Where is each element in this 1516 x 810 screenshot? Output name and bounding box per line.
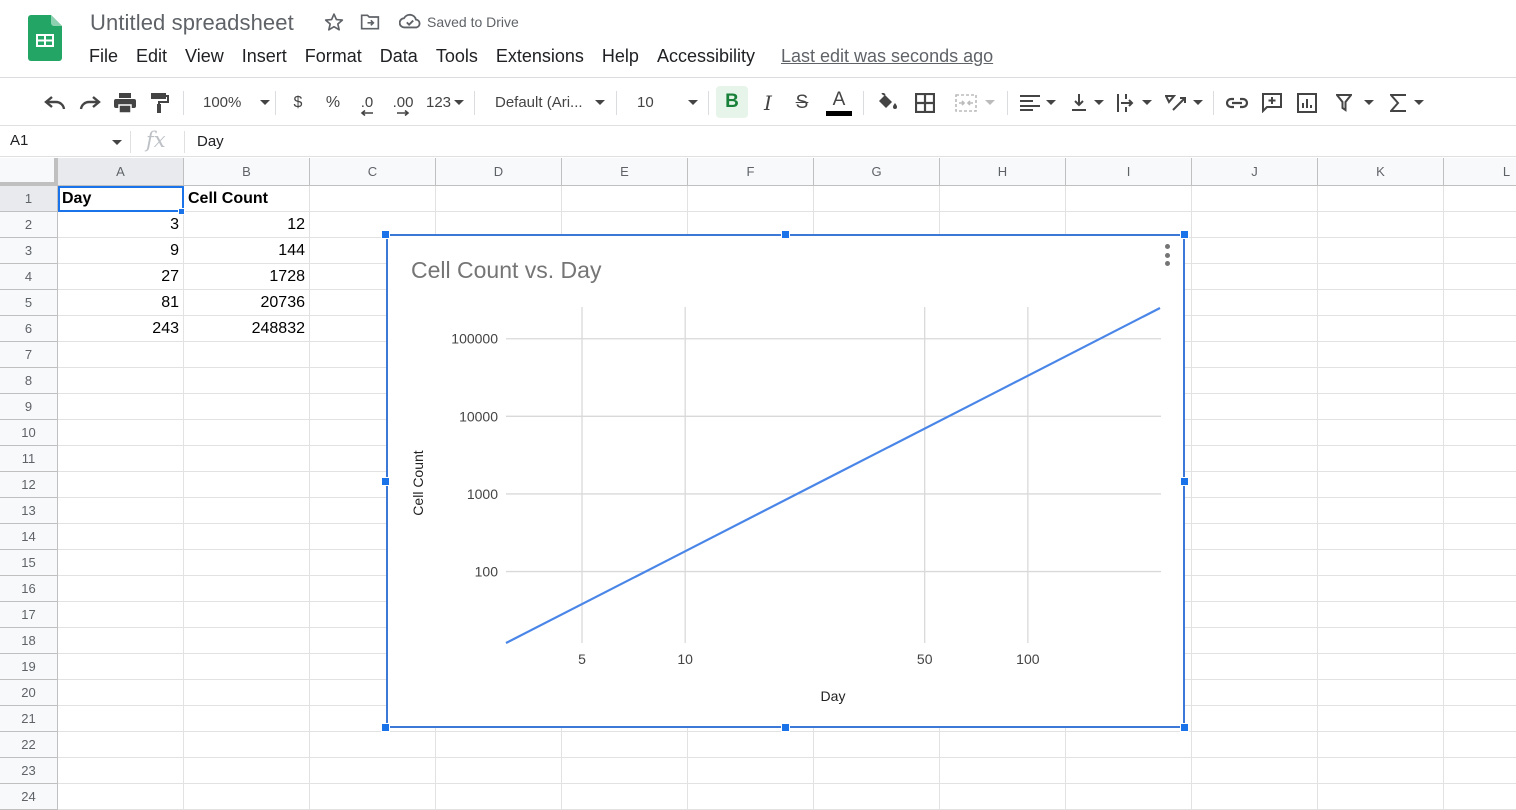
resize-handle-top[interactable] (781, 230, 790, 239)
y-axis-label: Cell Count (410, 450, 426, 515)
series-line-0[interactable] (505, 307, 1161, 644)
more-vert-icon (1164, 244, 1170, 249)
x-tick-label: 5 (578, 651, 586, 667)
resize-handle-top-left[interactable] (381, 230, 390, 239)
x-tick-label: 100 (1016, 651, 1040, 667)
resize-handle-right[interactable] (1180, 477, 1189, 486)
y-tick-label: 10000 (459, 408, 498, 424)
chart-title: Cell Count vs. Day (411, 257, 602, 283)
x-tick-label: 50 (917, 651, 933, 667)
y-tick-label: 100 (475, 564, 499, 580)
resize-handle-bottom-right[interactable] (1180, 723, 1189, 732)
resize-handle-bottom-left[interactable] (381, 723, 390, 732)
x-axis-label: Day (821, 688, 846, 704)
chart-canvas: Cell Count vs. Day 100 1000 10000 100000 5 10… (410, 257, 1161, 704)
resize-handle-left[interactable] (381, 477, 390, 486)
x-tick-label: 10 (677, 651, 693, 667)
google-sheets-app: Untitled spreadsheet Saved to Drive File… (0, 0, 1516, 810)
y-tick-label: 100000 (451, 331, 498, 347)
resize-handle-top-right[interactable] (1180, 230, 1189, 239)
resize-handle-bottom[interactable] (781, 723, 790, 732)
chart-menu-button[interactable] (1163, 244, 1171, 266)
y-tick-label: 1000 (467, 486, 498, 502)
